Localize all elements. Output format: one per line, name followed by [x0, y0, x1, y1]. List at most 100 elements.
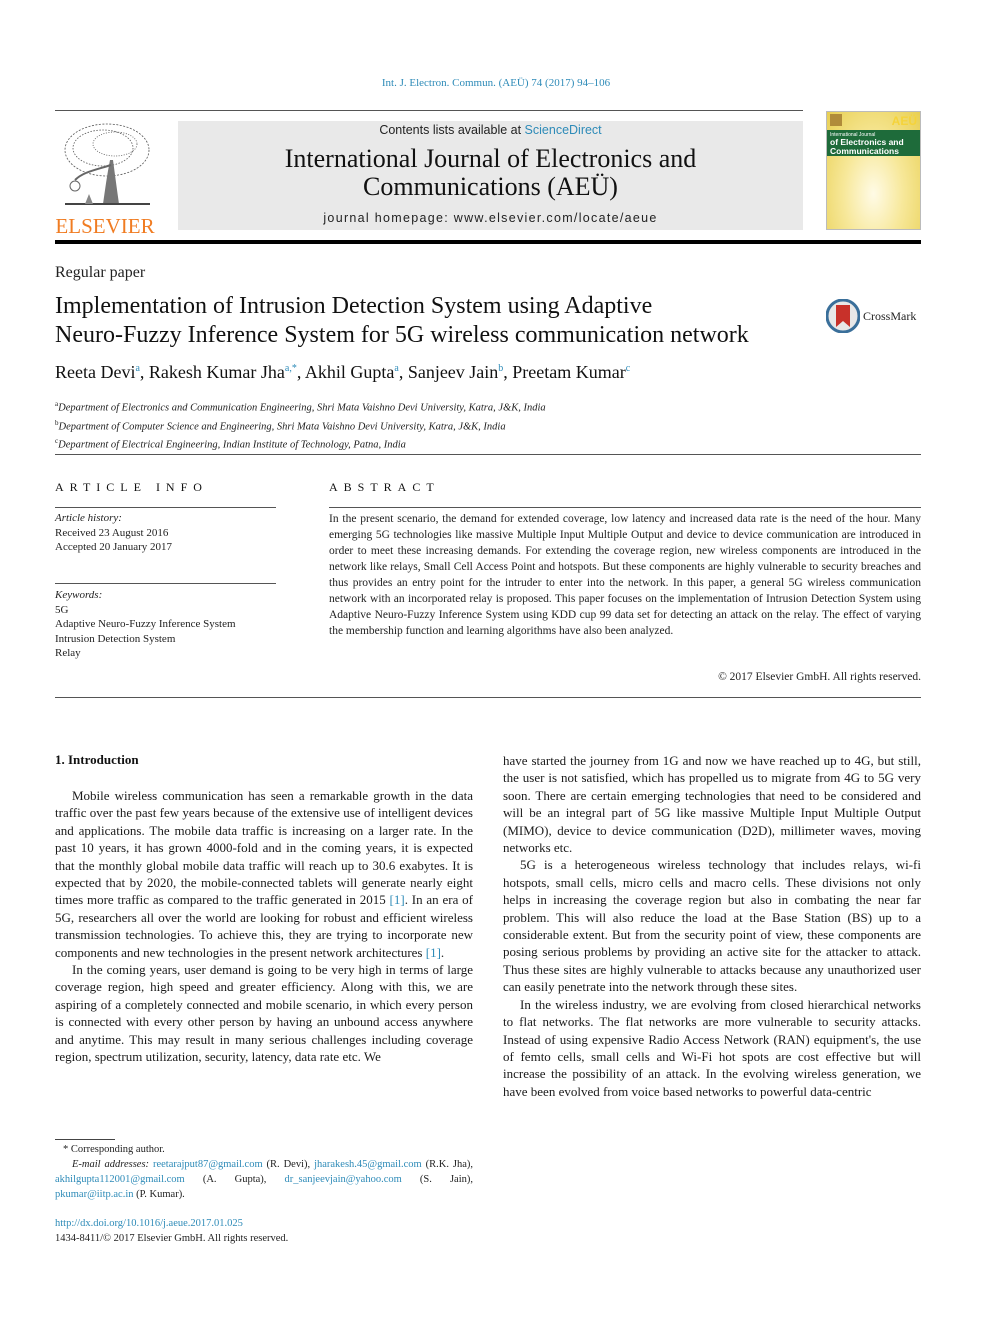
author[interactable]: Sanjeev Jainb [408, 362, 503, 382]
author[interactable]: Rakesh Kumar Jhaa,* [149, 362, 297, 382]
doi-block: http://dx.doi.org/10.1016/j.aeue.2017.01… [55, 1216, 288, 1246]
received-date: Received 23 August 2016 [55, 526, 169, 539]
author-affiliation-sup[interactable]: a,* [285, 363, 297, 374]
cover-title-line2: Communications [830, 146, 899, 156]
author-name: Sanjeev Jain [407, 362, 499, 382]
email-owner: (R.K. Jha), [421, 1159, 473, 1170]
affiliation-list: aDepartment of Electronics and Communica… [55, 397, 546, 453]
keywords-label: Keywords: [55, 589, 103, 601]
keyword: Relay [55, 647, 81, 659]
body-paragraph: 5G is a heterogeneous wireless technolog… [503, 857, 921, 995]
affiliation: bDepartment of Computer Science and Engi… [55, 416, 546, 435]
journal-title-line2: Communications (AEÜ) [363, 172, 618, 201]
cover-badge: AEÜ [891, 114, 917, 128]
affiliation-text: Department of Electronics and Communicat… [58, 402, 546, 414]
crossmark-icon [826, 299, 860, 333]
divider [55, 507, 276, 508]
paragraph-text: Mobile wireless communication has seen a… [55, 788, 473, 908]
abstract-copyright: © 2017 Elsevier GmbH. All rights reserve… [718, 671, 921, 683]
author-separator: , [503, 362, 513, 382]
doi-link[interactable]: http://dx.doi.org/10.1016/j.aeue.2017.01… [55, 1216, 288, 1231]
issn-copyright: 1434-8411/© 2017 Elsevier GmbH. All righ… [55, 1233, 289, 1244]
author[interactable]: Akhil Guptaa [305, 362, 399, 382]
email-link[interactable]: jharakesh.45@gmail.com [314, 1159, 422, 1170]
body-column-right: have started the journey from 1G and now… [503, 752, 921, 1100]
paper-title: Implementation of Intrusion Detection Sy… [55, 292, 815, 350]
email-link[interactable]: pkumar@iitp.ac.in [55, 1189, 133, 1200]
author[interactable]: Reeta Devia [55, 362, 140, 382]
author-separator: , [296, 362, 305, 382]
affiliation-text: Department of Computer Science and Engin… [58, 421, 506, 432]
keyword: Adaptive Neuro-Fuzzy Inference System [55, 618, 236, 630]
author-separator: , [139, 362, 149, 382]
email-label: E-mail addresses: [72, 1159, 150, 1170]
affiliation: aDepartment of Electronics and Communica… [55, 397, 546, 416]
article-history: Article history: Received 23 August 2016… [55, 511, 172, 555]
journal-title[interactable]: International Journal of Electronics and… [178, 145, 803, 201]
email-owner: (S. Jain), [401, 1174, 473, 1185]
sciencedirect-link[interactable]: ScienceDirect [525, 123, 602, 137]
body-paragraph: Mobile wireless communication has seen a… [55, 787, 473, 961]
journal-header-box: Contents lists available at ScienceDirec… [178, 121, 803, 230]
crossmark-button[interactable]: CrossMark [826, 298, 926, 334]
author-name: Rakesh Kumar Jha [148, 362, 285, 382]
divider [329, 507, 921, 508]
keywords-block: Keywords: 5G Adaptive Neuro-Fuzzy Infere… [55, 588, 236, 661]
affiliation: cDepartment of Electrical Engineering, I… [55, 434, 546, 453]
email-link[interactable]: dr_sanjeevjain@yahoo.com [285, 1174, 402, 1185]
elsevier-wordmark: ELSEVIER [55, 214, 155, 238]
cover-publisher-mark-icon [830, 114, 842, 126]
history-label: Article history: [55, 512, 122, 524]
paper-title-line2: Neuro-Fuzzy Inference System for 5G wire… [55, 322, 749, 348]
contents-prefix: Contents lists available at [379, 123, 525, 137]
footnote-rule [55, 1139, 115, 1140]
homepage-prefix: journal homepage: [323, 211, 454, 225]
divider [55, 583, 276, 584]
abstract-text: In the present scenario, the demand for … [329, 513, 921, 637]
body-paragraph: In the wireless industry, we are evolvin… [503, 996, 921, 1099]
author[interactable]: Preetam Kumarc [512, 362, 630, 382]
accepted-date: Accepted 20 January 2017 [55, 541, 172, 553]
email-owner: (A. Gupta), [184, 1174, 285, 1185]
journal-title-line1: International Journal of Electronics and [284, 144, 697, 173]
corresponding-author-note: * Corresponding author. [63, 1144, 165, 1155]
crossmark-label: CrossMark [863, 308, 917, 323]
paper-title-line1: Implementation of Intrusion Detection Sy… [55, 293, 653, 319]
email-owner: (P. Kumar). [133, 1189, 185, 1200]
email-link[interactable]: akhilgupta112001@gmail.com [55, 1174, 185, 1185]
reference-link[interactable]: [1] [390, 892, 405, 907]
article-type: Regular paper [55, 264, 146, 281]
body-paragraph: In the coming years, user demand is goin… [55, 962, 473, 1065]
header-top-rule [55, 110, 803, 111]
email-addresses: E-mail addresses: reetarajput87@gmail.co… [55, 1157, 473, 1202]
paragraph-text: . [440, 944, 445, 960]
author-name: Reeta Devi [55, 362, 136, 382]
journal-citation[interactable]: Int. J. Electron. Commun. (AEÜ) 74 (2017… [0, 77, 992, 89]
author-affiliation-sup[interactable]: c [626, 363, 630, 374]
journal-cover-image[interactable]: AEÜ International Journal of Electronics… [826, 111, 921, 230]
keyword: 5G [55, 603, 69, 616]
footnotes: * Corresponding author. E-mail addresses… [55, 1142, 473, 1202]
author-separator: , [398, 362, 408, 382]
homepage-line: journal homepage: www.elsevier.com/locat… [178, 211, 803, 225]
email-owner: (R. Devi), [262, 1159, 315, 1170]
elsevier-logo[interactable]: ELSEVIER [55, 120, 155, 237]
article-info-heading: ARTICLE INFO [55, 480, 208, 494]
author-name: Akhil Gupta [304, 362, 395, 382]
email-link[interactable]: reetarajput87@gmail.com [153, 1159, 263, 1170]
homepage-link[interactable]: www.elsevier.com/locate/aeue [454, 211, 658, 225]
divider [55, 454, 921, 455]
header-thick-rule [55, 240, 921, 244]
divider [55, 697, 921, 698]
author-list: Reeta Devia, Rakesh Kumar Jhaa,*, Akhil … [55, 362, 630, 383]
elsevier-tree-icon [55, 120, 155, 210]
cover-title-band: International Journal of Electronics and… [827, 130, 920, 156]
body-paragraph: have started the journey from 1G and now… [503, 753, 921, 856]
reference-link[interactable]: [1] [426, 945, 441, 960]
section-heading: 1. Introduction [55, 752, 139, 767]
abstract-heading: ABSTRACT [329, 480, 440, 494]
contents-line: Contents lists available at ScienceDirec… [178, 123, 803, 137]
author-name: Preetam Kumar [512, 362, 626, 382]
keyword: Intrusion Detection System [55, 632, 176, 645]
affiliation-text: Department of Electrical Engineering, In… [58, 439, 406, 451]
